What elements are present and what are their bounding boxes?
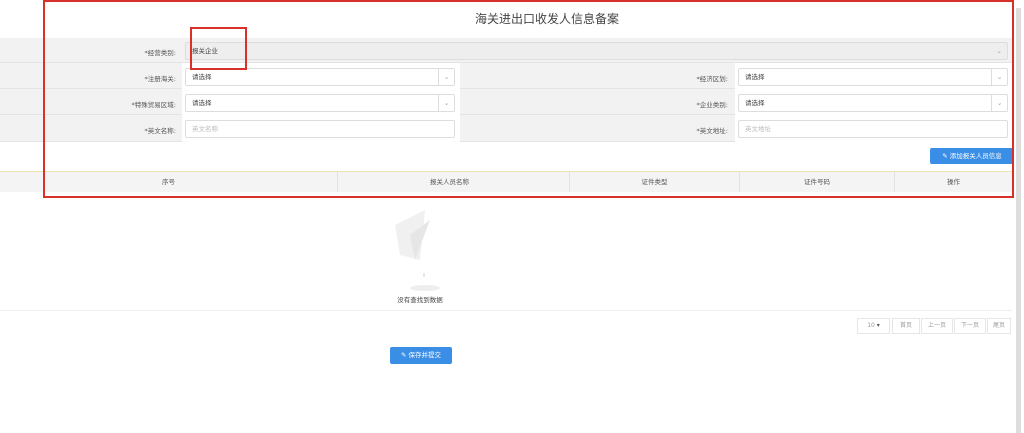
- next-page-button[interactable]: 下一页: [954, 318, 986, 334]
- highlight-box-business-type: [190, 27, 247, 70]
- last-page-button[interactable]: 尾页: [987, 318, 1011, 334]
- save-submit-button[interactable]: ✎ 保存并提交: [390, 347, 452, 364]
- prev-page-button[interactable]: 上一页: [921, 318, 953, 334]
- first-page-button[interactable]: 首页: [892, 318, 920, 334]
- divider: [0, 310, 1012, 311]
- save-button-label: 保存并提交: [408, 351, 442, 359]
- empty-data-illustration: [395, 210, 440, 291]
- empty-data-text: 没有查找到数据: [397, 296, 443, 304]
- scrollbar[interactable]: [1016, 8, 1021, 433]
- highlight-box: [43, 0, 1014, 198]
- chevron-down-icon: ▾: [876, 322, 880, 329]
- page-size-value: 10: [867, 322, 875, 329]
- page-size-select[interactable]: 10 ▾: [857, 318, 890, 334]
- edit-icon: ✎: [400, 351, 409, 359]
